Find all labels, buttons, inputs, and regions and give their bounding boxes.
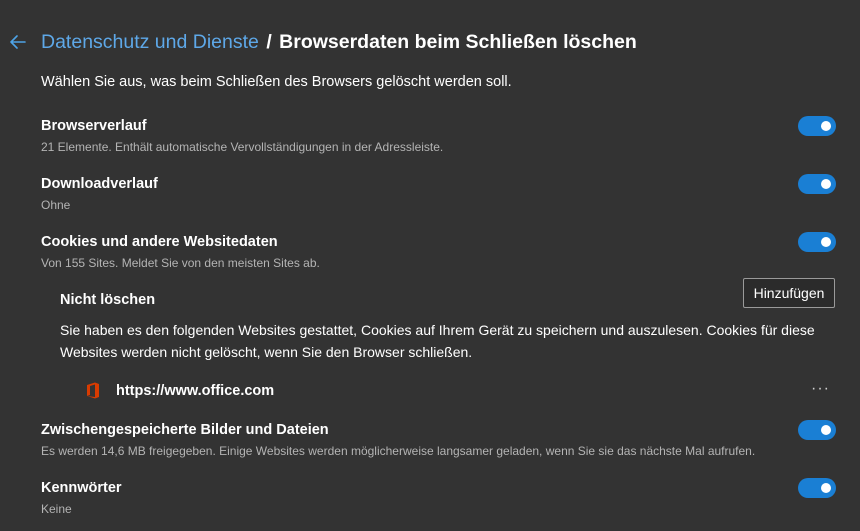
do-not-clear-title: Nicht löschen [60, 292, 156, 308]
setting-title: Browserverlauf [41, 118, 147, 134]
site-list-item: https://www.office.com ··· [86, 379, 836, 403]
more-options-button[interactable]: ··· [811, 377, 830, 401]
setting-title: Cookies und andere Websitedaten [41, 234, 278, 250]
setting-title: Downloadverlauf [41, 176, 158, 192]
toggle-knob [821, 425, 831, 435]
setting-description: Von 155 Sites. Meldet Sie von den meiste… [41, 256, 320, 270]
intro-text: Wählen Sie aus, was beim Schließen des B… [41, 74, 512, 90]
setting-cookies: Cookies und andere Websitedaten Von 155 … [41, 232, 836, 271]
toggle-knob [821, 121, 831, 131]
setting-download-history: Downloadverlauf Ohne [41, 174, 836, 213]
office-icon [87, 382, 99, 399]
site-url: https://www.office.com [116, 383, 275, 399]
back-button[interactable] [10, 30, 30, 54]
breadcrumb: Datenschutz und Dienste / Browserdaten b… [41, 26, 637, 58]
toggle-knob [821, 179, 831, 189]
add-site-button[interactable]: Hinzufügen [743, 278, 835, 308]
setting-cached-images: Zwischengespeicherte Bilder und Dateien … [41, 420, 836, 459]
download-history-toggle[interactable] [798, 174, 836, 194]
passwords-toggle[interactable] [798, 478, 836, 498]
settings-page: Datenschutz und Dienste / Browserdaten b… [0, 0, 860, 531]
do-not-clear-section: Nicht löschen Hinzufügen Sie haben es de… [60, 278, 835, 363]
breadcrumb-parent-link[interactable]: Datenschutz und Dienste [41, 31, 259, 53]
cached-images-toggle[interactable] [798, 420, 836, 440]
browser-history-toggle[interactable] [798, 116, 836, 136]
toggle-knob [821, 237, 831, 247]
setting-title: Kennwörter [41, 480, 122, 496]
setting-description: 21 Elemente. Enthält automatische Vervol… [41, 140, 444, 154]
setting-title: Zwischengespeicherte Bilder und Dateien [41, 422, 329, 438]
cookies-toggle[interactable] [798, 232, 836, 252]
setting-browser-history: Browserverlauf 21 Elemente. Enthält auto… [41, 116, 836, 155]
toggle-knob [821, 483, 831, 493]
arrow-left-icon [10, 35, 26, 49]
setting-description: Keine [41, 502, 72, 516]
breadcrumb-separator: / [266, 31, 272, 53]
setting-description: Ohne [41, 198, 71, 212]
page-title: Browserdaten beim Schließen löschen [279, 31, 637, 53]
setting-description: Es werden 14,6 MB freigegeben. Einige We… [41, 444, 756, 458]
do-not-clear-description: Sie haben es den folgenden Websites gest… [60, 322, 815, 360]
setting-passwords: Kennwörter Keine [41, 478, 836, 517]
